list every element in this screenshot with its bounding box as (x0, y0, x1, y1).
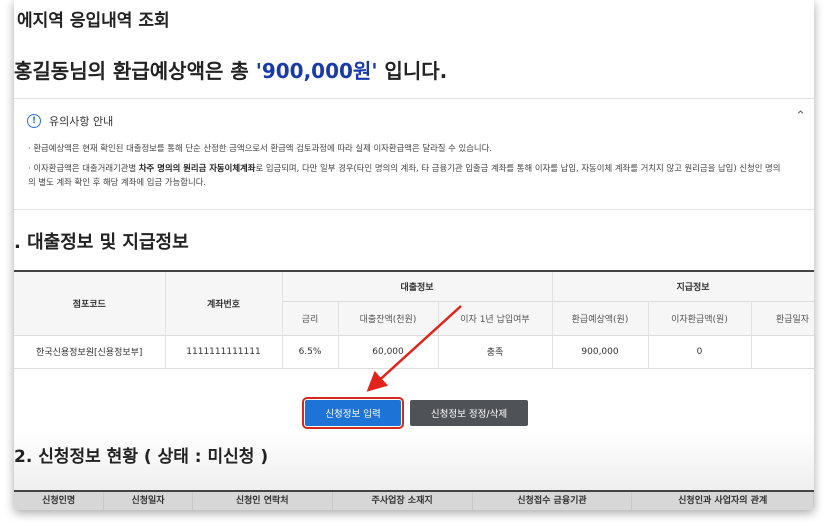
loan-info-table: 점포코드 계좌번호 대출정보 지급정보 금리 대출잔액(천원) 이자 1년 납입… (14, 270, 814, 369)
apply-info-input-button[interactable]: 신청정보 입력 (302, 397, 404, 429)
notice-title: 유의사항 안내 (49, 115, 114, 128)
cell-account-no: 1111111111111 (165, 335, 283, 369)
apply-info-edit-delete-button[interactable]: 신청정보 정정/삭제 (410, 400, 528, 426)
col-branch-code: 점포코드 (14, 271, 166, 336)
col-expected-refund: 환급예상액(원) (552, 301, 649, 336)
notice-line-2-text: · 이자환급액은 대출거래기관별 (28, 163, 139, 173)
notice-header[interactable]: ! 유의사항 안내 (27, 113, 113, 129)
notice-line-2-rest: 로 입금되며, 다만 일부 경우(타인 명의의 계좌, 타 금융기관 입출금 계… (255, 163, 781, 173)
cell-interest-1yr: 충족 (438, 335, 553, 369)
apply-col-institution: 신청접수 금융기관 (473, 492, 633, 510)
headline-prefix: 홍길동님의 환급예상액은 총 (14, 59, 256, 83)
col-group-loan-info: 대출정보 (282, 271, 553, 302)
cell-rate: 6.5% (282, 335, 339, 369)
notice-line-3: 의 별도 계좌 확인 후 해당 계좌에 입금 가능합니다. (28, 177, 207, 187)
headline-suffix: 입니다. (377, 59, 448, 83)
apply-col-date: 신청일자 (104, 492, 193, 510)
notice-line-2: · 이자환급액은 대출거래기관별 차주 명의의 원리금 자동이체계좌로 입금되며… (28, 161, 808, 175)
apply-col-name: 신청인명 (14, 492, 105, 510)
refund-amount: '900,000원' (255, 59, 378, 83)
info-icon: ! (27, 114, 41, 128)
chevron-up-icon[interactable]: ⌃ (795, 109, 806, 124)
section-title-loan-info: . 대출정보 및 지급정보 (14, 232, 189, 253)
section-title-apply-status: 2. 신청정보 현황 ( 상태 : 미신청 ) (14, 447, 269, 467)
browser-content-frame: 에지역 응입내역 조회 홍길동님의 환급예상액은 총 '900,000원' 입니… (14, 0, 814, 510)
apply-status-table-header: 신청인명 신청일자 신청인 연락처 주사업장 소재지 신청접수 금융기관 신청인… (14, 490, 814, 510)
apply-col-contact: 신청인 연락처 (193, 492, 333, 510)
col-account-no: 계좌번호 (165, 271, 283, 336)
col-balance: 대출잔액(천원) (338, 301, 439, 336)
apply-col-address: 주사업장 소재지 (333, 492, 473, 510)
page-title-partial: 에지역 응입내역 조회 (17, 11, 170, 31)
refund-headline: 홍길동님의 환급예상액은 총 '900,000원' 입니다. (14, 55, 447, 84)
cell-branch-code: 한국신용정보원[신용정보부] (14, 335, 166, 369)
apply-col-relation: 신청인과 사업자의 관계 (632, 492, 814, 510)
col-rate: 금리 (282, 301, 339, 336)
cell-balance: 60,000 (338, 335, 439, 369)
col-refund-date: 환급일자 (751, 301, 814, 336)
col-interest-refund: 이자환급액(원) (648, 301, 752, 336)
cell-expected-refund: 900,000 (552, 335, 649, 369)
table-row: 한국신용정보원[신용정보부] 1111111111111 6.5% 60,000… (14, 335, 814, 369)
cell-interest-refund: 0 (648, 335, 752, 369)
notice-line-2-bold: 차주 명의의 원리금 자동이체계좌 (138, 163, 256, 173)
col-group-payment-info: 지급정보 (552, 271, 814, 302)
notice-line-1: · 환급예상액은 현재 확인된 대출정보를 통해 단순 산정한 금액으로서 환급… (28, 143, 492, 153)
notice-panel: ! 유의사항 안내 ⌃ · 환급예상액은 현재 확인된 대출정보를 통해 단순 … (14, 99, 814, 210)
cell-refund-date (751, 335, 814, 369)
col-interest-1yr: 이자 1년 납입여부 (438, 301, 553, 336)
